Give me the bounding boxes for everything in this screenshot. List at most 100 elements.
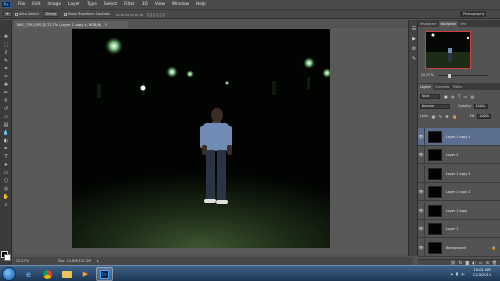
- status-arrow-icon[interactable]: ▸: [97, 259, 99, 263]
- menu-edit[interactable]: Edit: [32, 2, 40, 7]
- transform-controls-checkbox[interactable]: [63, 12, 67, 16]
- internet-explorer-icon: e: [26, 269, 31, 279]
- blur-tool-icon[interactable]: 💧: [2, 130, 10, 137]
- layer-name[interactable]: Background: [446, 246, 466, 250]
- taskbar-clock[interactable]: 10:01 AM 11/3/2011: [470, 268, 494, 278]
- navigator-zoom-slider[interactable]: [438, 75, 488, 76]
- pen-tool-icon[interactable]: ✒: [2, 146, 10, 153]
- align-icons[interactable]: ▭▭▭▭▭▭ ▯▯▯▯▯▯: [116, 12, 166, 17]
- path-select-tool-icon[interactable]: ➤: [2, 162, 10, 169]
- layer-row[interactable]: 👁 Layer 2: [418, 145, 500, 164]
- layer-row[interactable]: Layer 1 copy 3: [418, 164, 500, 183]
- layer-kind-dropdown[interactable]: Kind: [420, 93, 440, 99]
- layer-thumbnail: [428, 185, 442, 198]
- layer-name[interactable]: Layer 1 copy 4: [446, 135, 470, 139]
- visibility-eye-icon[interactable]: 👁: [418, 127, 425, 146]
- fill-label: Fill:: [469, 114, 476, 118]
- properties-panel-icon[interactable]: ⚙: [411, 46, 417, 52]
- blend-mode-dropdown[interactable]: Normal: [420, 103, 450, 109]
- lock-label: Lock:: [420, 114, 429, 118]
- menu-layer[interactable]: Layer: [68, 2, 80, 7]
- layer-row[interactable]: 👁 Layer 1 copy 4: [418, 127, 500, 146]
- gradient-tool-icon[interactable]: ▤: [2, 122, 10, 129]
- eyedropper-tool-icon[interactable]: ✑: [2, 74, 10, 81]
- menu-image[interactable]: Image: [48, 2, 61, 7]
- menu-3d[interactable]: 3D: [142, 2, 148, 7]
- healing-brush-tool-icon[interactable]: ✚: [2, 82, 10, 89]
- menu-select[interactable]: Select: [104, 2, 117, 7]
- background-color-swatch[interactable]: [4, 254, 11, 261]
- menu-help[interactable]: Help: [196, 2, 206, 7]
- hand-tool-icon[interactable]: ✋: [2, 194, 10, 201]
- chrome-icon: [43, 269, 52, 279]
- auto-select-dropdown[interactable]: Group: [42, 11, 59, 17]
- visibility-eye-icon[interactable]: 👁: [418, 201, 425, 220]
- menu-filter[interactable]: Filter: [124, 2, 135, 7]
- media-player-taskbar-button[interactable]: ▶: [77, 267, 94, 281]
- volume-icon[interactable]: 🔈: [461, 271, 466, 276]
- menu-window[interactable]: Window: [172, 2, 189, 7]
- menu-view[interactable]: View: [155, 2, 165, 7]
- crop-tool-icon[interactable]: ⌗: [2, 66, 10, 73]
- visibility-eye-icon[interactable]: 👁: [418, 182, 425, 201]
- brush-tool-icon[interactable]: ✏: [2, 90, 10, 97]
- history-brush-tool-icon[interactable]: ↺: [2, 106, 10, 113]
- layer-row[interactable]: 👁 Background 🔒: [418, 238, 500, 257]
- opacity-field[interactable]: 100%: [473, 103, 488, 109]
- actions-panel-icon[interactable]: ▶: [411, 36, 417, 42]
- navigator-zoom-value[interactable]: 22.27%: [421, 73, 434, 77]
- layer-filter-icons[interactable]: ▣ ◍ T ▭ ▤: [444, 94, 475, 99]
- layer-name[interactable]: Layer 2: [446, 153, 458, 157]
- document-size[interactable]: Doc: 10.8M/131.3M: [58, 259, 91, 263]
- move-tool-preset[interactable]: ✥: [3, 11, 12, 17]
- workspace-switcher[interactable]: Photography: [460, 11, 486, 17]
- move-tool-icon[interactable]: ✥: [2, 34, 10, 41]
- chrome-taskbar-button[interactable]: [39, 267, 56, 281]
- auto-select-checkbox[interactable]: [14, 12, 18, 16]
- layer-name[interactable]: Layer 1 copy 3: [446, 172, 470, 176]
- history-panel-icon[interactable]: ☰: [411, 26, 417, 32]
- visibility-eye-icon[interactable]: 👁: [418, 219, 425, 238]
- navigator-zoom-knob[interactable]: [448, 73, 451, 78]
- blend-row: Normal Opacity: 100%: [420, 103, 498, 109]
- layer-row[interactable]: 👁 Layer 1 copy: [418, 201, 500, 220]
- document-canvas-image[interactable]: [72, 29, 330, 248]
- visibility-eye-icon[interactable]: 👁: [418, 238, 425, 257]
- type-tool-icon[interactable]: T: [2, 154, 10, 161]
- menu-type[interactable]: Type: [87, 2, 97, 7]
- lasso-tool-icon[interactable]: ℓ: [2, 50, 10, 57]
- show-hidden-icons-icon[interactable]: ▴: [451, 271, 453, 276]
- fill-field[interactable]: 100%: [477, 113, 492, 119]
- layer-name[interactable]: Layer 1 copy 2: [446, 190, 470, 194]
- ie-taskbar-button[interactable]: e: [20, 267, 37, 281]
- shape-tool-icon[interactable]: ▭: [2, 170, 10, 177]
- zoom-tool-icon[interactable]: ⌕: [2, 202, 10, 209]
- move-icon: ✥: [6, 12, 9, 16]
- brush-panel-icon[interactable]: ✎: [411, 56, 417, 62]
- dodge-tool-icon[interactable]: ◐: [2, 138, 10, 145]
- network-icon[interactable]: ▮: [456, 271, 458, 276]
- eraser-tool-icon[interactable]: ▱: [2, 114, 10, 121]
- quick-select-tool-icon[interactable]: ✎: [2, 58, 10, 65]
- layer-name[interactable]: Layer 1: [446, 227, 458, 231]
- layer-row[interactable]: 👁 Layer 1 copy 2: [418, 182, 500, 201]
- layer-name[interactable]: Layer 1 copy: [446, 209, 467, 213]
- navigator-thumbnail[interactable]: [425, 31, 471, 69]
- layers-controls: Kind ▣ ◍ T ▭ ▤ Normal Opacity: 100% Lock…: [418, 90, 500, 128]
- layer-row[interactable]: 👁 Layer 1: [418, 219, 500, 238]
- menu-file[interactable]: File: [18, 2, 25, 7]
- document-tab[interactable]: IMG_7351.JPG @ 22.7% (Layer 1 copy 4, RG…: [14, 21, 128, 28]
- close-icon[interactable]: ×: [104, 22, 107, 27]
- 3d-camera-tool-icon[interactable]: ◎: [2, 186, 10, 193]
- 3d-tool-icon[interactable]: ⬡: [2, 178, 10, 185]
- photoshop-taskbar-button[interactable]: Ps: [96, 267, 113, 281]
- layers-panel-tabs: Layers Channels Paths: [418, 83, 500, 90]
- marquee-tool-icon[interactable]: ⬚: [2, 42, 10, 49]
- stamp-tool-icon[interactable]: ⚲: [2, 98, 10, 105]
- start-button[interactable]: [2, 267, 16, 281]
- visibility-eye-icon[interactable]: 👁: [418, 145, 425, 164]
- zoom-level[interactable]: 22.27%: [16, 259, 38, 263]
- explorer-taskbar-button[interactable]: [58, 267, 75, 281]
- visibility-eye-icon[interactable]: [418, 164, 425, 183]
- lock-icons[interactable]: ▦ ✎ ✥ 🔒: [432, 114, 458, 119]
